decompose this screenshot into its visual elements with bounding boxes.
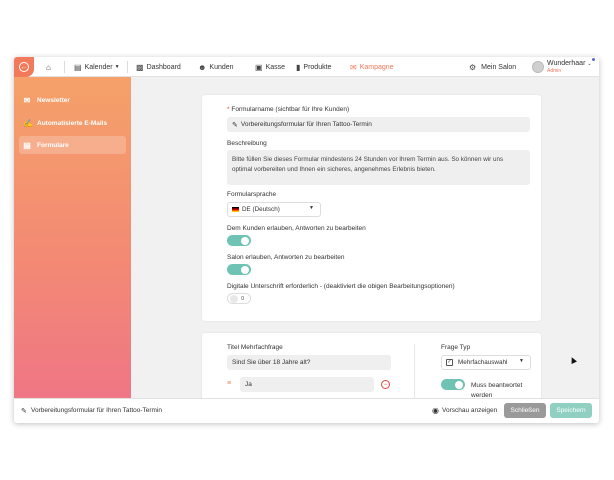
nav-divider xyxy=(64,61,65,73)
nav-register[interactable]: ▣ Kasse xyxy=(255,57,285,77)
back-arrow-icon: ← xyxy=(19,62,29,72)
form-name-input[interactable]: ✎ Vorbereitungsformular für Ihren Tattoo… xyxy=(227,117,530,132)
nav-dashboard[interactable]: ▩ Dashboard xyxy=(136,57,181,77)
sidebar-item-newsletter[interactable]: ✉ Newsletter xyxy=(19,91,126,109)
toggle-signature-label: Digitale Unterschrift erforderlich - (de… xyxy=(227,283,455,290)
question-title-input[interactable]: Sind Sie über 18 Jahre alt? xyxy=(227,355,391,370)
user-role: Admin xyxy=(547,68,562,74)
footer-form-name: Vorbereitungsformular für Ihren Tattoo-T… xyxy=(31,407,163,414)
user-name: Wunderhaar xyxy=(547,60,586,67)
avatar[interactable] xyxy=(532,61,544,73)
form-name-value: Vorbereitungsformular für Ihren Tattoo-T… xyxy=(240,121,372,128)
envelope-icon: ✉ xyxy=(23,95,31,105)
language-select[interactable]: DE (Deutsch) ▼ xyxy=(227,202,321,217)
nav-calendar[interactable]: ▤ Kalender ▼ xyxy=(74,57,120,77)
question-type-value: Mehrfachauswahl xyxy=(458,359,508,366)
form-name-label: * Formularname (sichtbar für Ihre Kunden… xyxy=(227,106,350,113)
nav-campaign[interactable]: ✉ Kampagne xyxy=(350,57,394,77)
chevron-down-icon: ▼ xyxy=(114,64,120,70)
nav-customers-label: Kunden xyxy=(209,63,234,71)
bar-chart-icon: ▩ xyxy=(136,62,144,72)
megaphone-icon: ✉ xyxy=(350,62,357,72)
description-label: Beschreibung xyxy=(227,140,267,147)
user-menu[interactable]: Wunderhaar ⌄ xyxy=(547,60,592,67)
remove-option-icon[interactable]: − xyxy=(381,380,390,389)
home-button[interactable]: ⌂ xyxy=(46,57,54,77)
toggle-salon-edit[interactable] xyxy=(227,264,251,275)
home-icon: ⌂ xyxy=(46,62,51,72)
nav-divider xyxy=(127,61,128,73)
toggle-salon-edit-label: Salon erlauben, Antworten zu bearbeiten xyxy=(227,254,345,261)
question-title-label: Titel Mehrfachfrage xyxy=(227,344,283,351)
sidebar-item-automated-emails[interactable]: ✍ Automatisierte E-Mails xyxy=(19,114,126,132)
preview-label: Vorschau anzeigen xyxy=(441,407,498,414)
close-button[interactable]: Schließen xyxy=(504,403,546,418)
chevron-down-icon: ⌄ xyxy=(587,61,592,67)
description-textarea[interactable]: Bitte füllen Sie dieses Formular mindest… xyxy=(227,150,530,185)
checkbox-icon: ✓ xyxy=(446,359,453,366)
preview-button[interactable]: ◉ Vorschau anzeigen xyxy=(432,406,497,415)
nav-products[interactable]: ▮ Produkte xyxy=(296,57,331,77)
answer-option-input[interactable]: Ja xyxy=(240,377,374,392)
sidebar-item-label: Newsletter xyxy=(37,96,70,104)
vertical-divider xyxy=(414,344,415,403)
sidebar: ✉ Newsletter ✍ Automatisierte E-Mails ▤ … xyxy=(14,77,131,403)
pencil-icon: ✎ xyxy=(21,408,27,415)
top-nav-bar: ← ⌂ ▤ Kalender ▼ ▩ Dashboard ☻ Kunden ▣ … xyxy=(14,57,599,77)
save-button[interactable]: Speichern xyxy=(550,403,592,418)
caret-down-icon: ▼ xyxy=(309,205,314,211)
nav-customers[interactable]: ☻ Kunden xyxy=(198,57,234,77)
register-icon: ▣ xyxy=(255,62,263,72)
eye-icon: ◉ xyxy=(432,406,439,415)
nav-my-salon-label: Mein Salon xyxy=(481,63,517,71)
question-card: Titel Mehrfachfrage Sind Sie über 18 Jah… xyxy=(202,333,541,403)
nav-dashboard-label: Dashboard xyxy=(146,63,181,71)
bottom-action-bar: ✎ Vorbereitungsformular für Ihren Tattoo… xyxy=(14,398,599,423)
mouse-cursor-icon xyxy=(569,356,577,364)
calendar-icon: ▤ xyxy=(74,62,82,72)
nav-products-label: Produkte xyxy=(303,63,332,71)
form-settings-card: * Formularname (sichtbar für Ihre Kunden… xyxy=(202,95,541,321)
bottle-icon: ▮ xyxy=(296,62,301,72)
gear-icon: ⚙ xyxy=(469,62,477,72)
sidebar-item-forms[interactable]: ▤ Formulare xyxy=(19,136,126,154)
toggle-customer-edit[interactable] xyxy=(227,235,251,246)
toggle-signature[interactable]: 0 xyxy=(227,293,251,304)
sidebar-item-label: Formulare xyxy=(37,141,69,149)
pencil-icon: ✎ xyxy=(232,121,238,129)
question-type-label: Frage Typ xyxy=(441,344,471,351)
app-window: ← ⌂ ▤ Kalender ▼ ▩ Dashboard ☻ Kunden ▣ … xyxy=(14,57,599,423)
nav-campaign-label: Kampagne xyxy=(359,63,394,71)
back-button[interactable]: ← xyxy=(14,57,34,77)
notification-dot xyxy=(592,58,595,61)
drag-handle-icon[interactable]: ≡ xyxy=(227,380,231,387)
toggle-customer-edit-label: Dem Kunden erlauben, Antworten zu bearbe… xyxy=(227,225,366,232)
nav-calendar-label: Kalender xyxy=(84,63,113,71)
users-icon: ☻ xyxy=(198,62,207,72)
auto-email-icon: ✍ xyxy=(23,118,33,128)
question-type-select[interactable]: ✓ Mehrfachauswahl ▼ xyxy=(441,355,531,370)
german-flag-icon xyxy=(232,207,239,212)
sidebar-item-label: Automatisierte E-Mails xyxy=(37,119,108,127)
language-value: DE (Deutsch) xyxy=(242,206,280,213)
toggle-signature-value: 0 xyxy=(241,295,244,302)
nav-my-salon[interactable]: ⚙ Mein Salon xyxy=(469,57,516,77)
language-label: Formularsprache xyxy=(227,191,277,198)
form-icon: ▤ xyxy=(23,140,31,150)
caret-down-icon: ▼ xyxy=(519,358,524,364)
toggle-required[interactable] xyxy=(441,379,465,390)
nav-register-label: Kasse xyxy=(265,63,286,71)
